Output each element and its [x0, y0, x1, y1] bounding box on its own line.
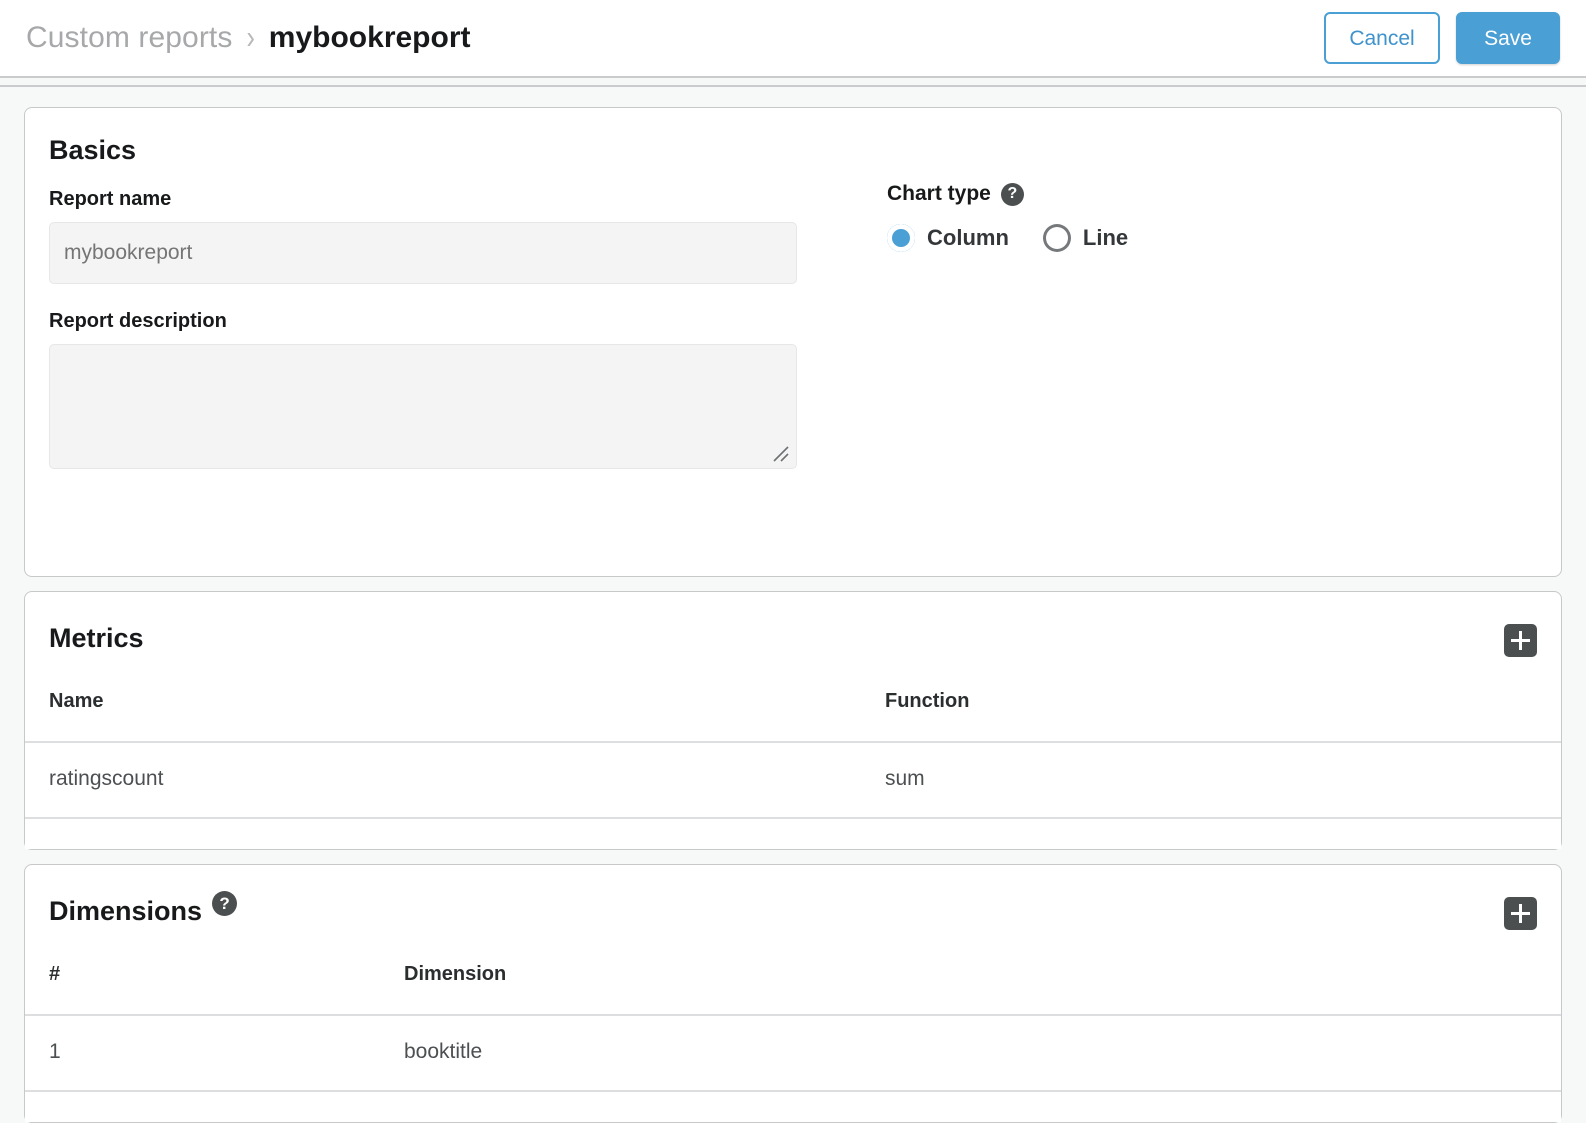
metrics-header-row: Name Function — [25, 684, 1561, 742]
radio-option-line[interactable]: Line — [1043, 224, 1128, 252]
radio-indicator-line[interactable] — [1043, 224, 1071, 252]
chart-type-radio-group: Column Line — [887, 224, 1537, 252]
basics-left-column: Basics Report name Report description — [49, 134, 839, 469]
save-button[interactable]: Save — [1456, 12, 1560, 64]
plus-icon-vertical — [1519, 631, 1522, 650]
dimensions-card: Dimensions ? # Dimension 1 booktitle — [24, 864, 1562, 1123]
radio-label-column: Column — [927, 225, 1009, 251]
metric-name-cell: ratingscount — [25, 742, 861, 818]
metrics-column-function: Function — [861, 684, 1561, 742]
plus-icon-vertical — [1519, 904, 1522, 923]
basics-section-title: Basics — [49, 134, 839, 166]
table-row[interactable]: 1 booktitle — [25, 1015, 1561, 1091]
add-dimension-button[interactable] — [1504, 897, 1537, 930]
metrics-title-group: Metrics — [49, 622, 144, 654]
metric-function-cell: sum — [861, 742, 1561, 818]
report-description-input[interactable] — [49, 344, 797, 469]
cancel-button[interactable]: Cancel — [1324, 12, 1440, 64]
report-name-label: Report name — [49, 188, 839, 211]
help-icon[interactable]: ? — [212, 891, 237, 916]
basics-right-column: Chart type ? Column Line — [839, 134, 1537, 469]
metrics-section-title: Metrics — [49, 622, 144, 654]
dimensions-column-index: # — [25, 957, 380, 1015]
dimension-name-cell: booktitle — [380, 1015, 1561, 1091]
breadcrumb-link-custom-reports[interactable]: Custom reports — [26, 21, 232, 55]
radio-label-line: Line — [1083, 225, 1128, 251]
chevron-right-icon: › — [246, 21, 254, 55]
chart-type-header: Chart type ? — [887, 182, 1537, 206]
basics-card: Basics Report name Report description Ch… — [24, 107, 1562, 577]
dimension-index-cell: 1 — [25, 1015, 380, 1091]
metrics-table-footer — [25, 819, 1561, 849]
app-header: Custom reports › mybookreport Cancel Sav… — [0, 0, 1586, 76]
breadcrumb: Custom reports › mybookreport — [26, 21, 1324, 55]
metrics-table: Name Function ratingscount sum — [25, 684, 1561, 819]
header-divider-band — [0, 78, 1586, 85]
metrics-column-name: Name — [25, 684, 861, 742]
metrics-card: Metrics Name Function ratingscount sum — [24, 591, 1562, 850]
dimensions-title-group: Dimensions ? — [49, 895, 237, 927]
metrics-table-head: Name Function — [25, 684, 1561, 742]
page-title: mybookreport — [269, 21, 471, 55]
dimensions-header-row: # Dimension — [25, 957, 1561, 1015]
metrics-header: Metrics — [25, 592, 1561, 684]
dimensions-table: # Dimension 1 booktitle — [25, 957, 1561, 1092]
basics-body: Basics Report name Report description Ch… — [25, 134, 1561, 469]
dimensions-header: Dimensions ? — [25, 865, 1561, 957]
help-icon[interactable]: ? — [1001, 183, 1024, 206]
radio-indicator-column[interactable] — [887, 224, 915, 252]
table-row[interactable]: ratingscount sum — [25, 742, 1561, 818]
page-content: Basics Report name Report description Ch… — [0, 87, 1586, 1123]
header-actions: Cancel Save — [1324, 12, 1560, 64]
dimensions-table-head: # Dimension — [25, 957, 1561, 1015]
radio-option-column[interactable]: Column — [887, 224, 1009, 252]
add-metric-button[interactable] — [1504, 624, 1537, 657]
chart-type-label: Chart type — [887, 182, 991, 206]
dimensions-section-title: Dimensions — [49, 895, 202, 927]
dimensions-table-body: 1 booktitle — [25, 1015, 1561, 1091]
report-description-wrapper — [49, 344, 797, 469]
report-name-input[interactable] — [49, 222, 797, 284]
dimensions-column-dimension: Dimension — [380, 957, 1561, 1015]
metrics-table-body: ratingscount sum — [25, 742, 1561, 818]
report-description-label: Report description — [49, 310, 839, 333]
